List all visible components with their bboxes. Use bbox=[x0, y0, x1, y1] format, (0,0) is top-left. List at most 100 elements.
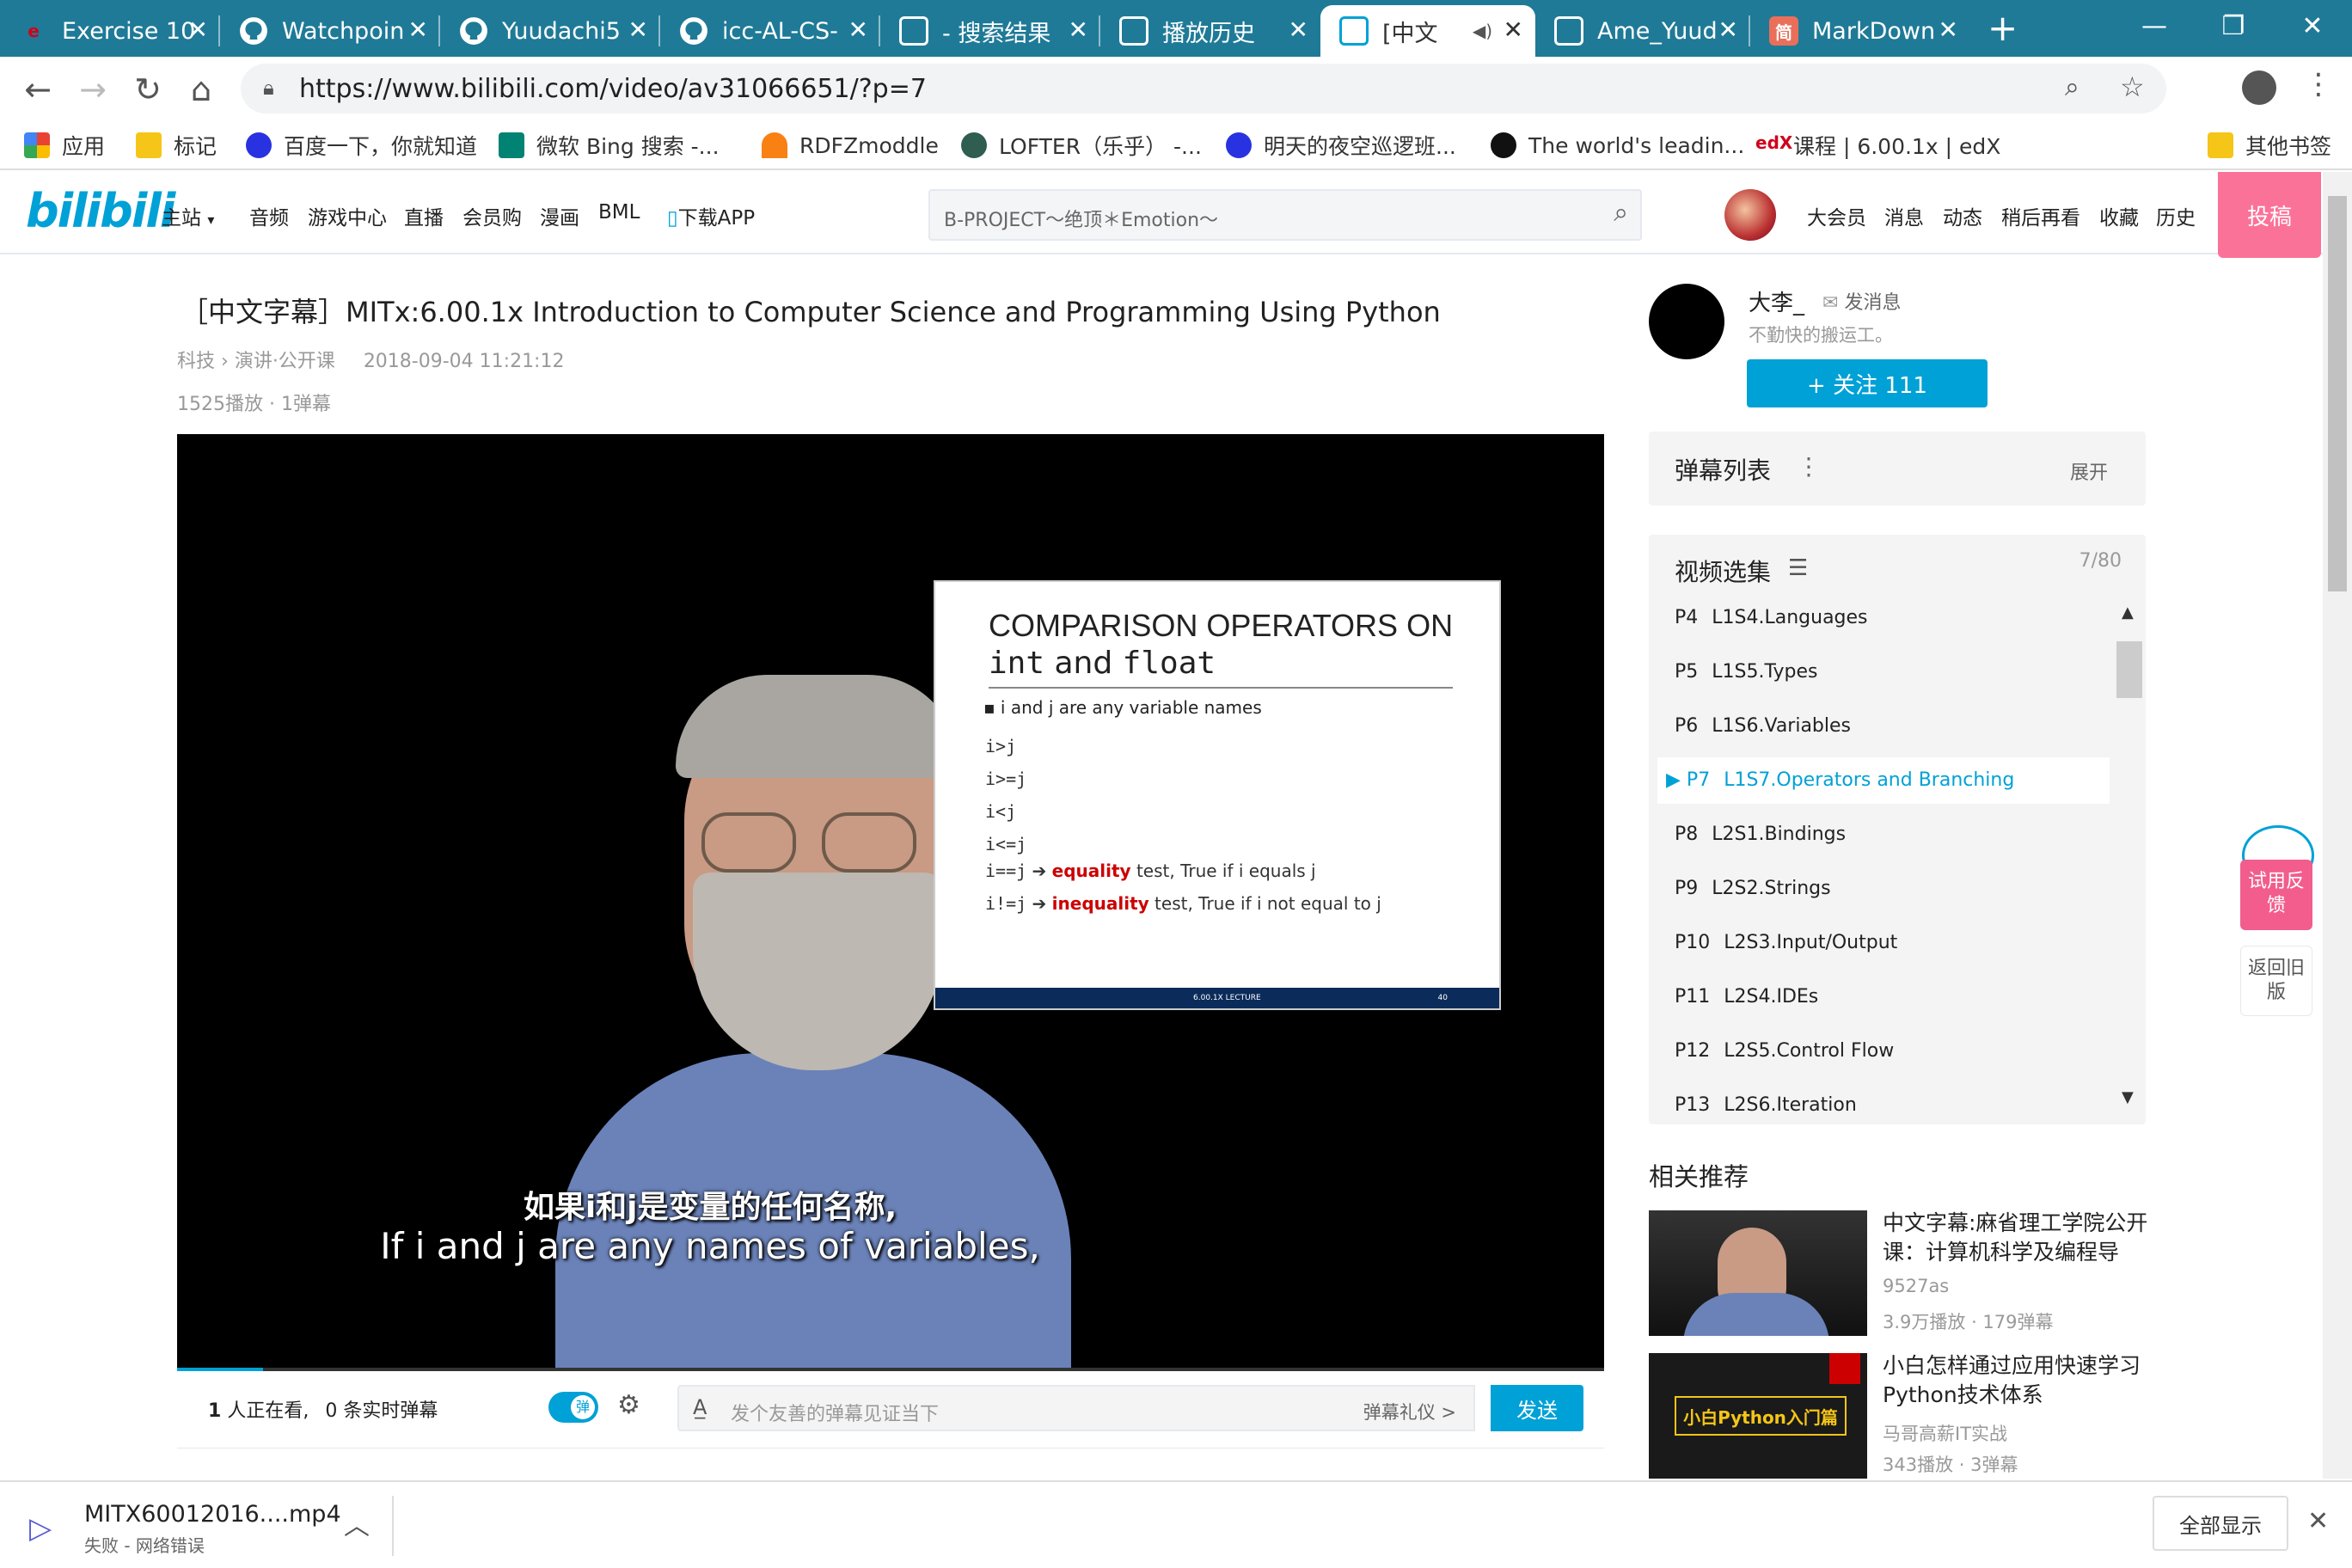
close-tab-icon[interactable]: ✕ bbox=[628, 15, 648, 44]
bookmark-item[interactable]: edX 课程 | 6.00.1x | edX bbox=[1755, 129, 2000, 162]
nav-item[interactable]: 游戏中心 bbox=[308, 201, 387, 230]
bookmark-item[interactable]: 明天的夜空巡逻班... bbox=[1226, 129, 1456, 162]
bookmark-apps[interactable]: 应用 bbox=[24, 129, 105, 162]
star-icon[interactable]: ☆ bbox=[2120, 70, 2145, 103]
upload-button[interactable]: 投稿 bbox=[2218, 172, 2321, 258]
address-bar[interactable]: 🔒︎ https://www.bilibili.com/video/av3106… bbox=[241, 64, 2166, 113]
related-video-title[interactable]: 小白怎样通过应用快速学习Python技术体系 bbox=[1883, 1351, 2149, 1410]
video-player[interactable]: COMPARISON OPERATORS ON int and float ▪ … bbox=[177, 434, 1604, 1371]
back-button[interactable]: ← bbox=[17, 69, 58, 110]
nav-favorites[interactable]: 收藏 bbox=[2099, 201, 2139, 230]
restore-button[interactable]: ❐ bbox=[2194, 0, 2273, 52]
bookmark-item[interactable]: 百度一下，你就知道 bbox=[246, 129, 477, 162]
episode-item[interactable]: P13 L2S6.Iteration bbox=[1657, 1082, 2110, 1124]
new-tab-button[interactable]: + bbox=[1988, 7, 2018, 49]
episode-item[interactable]: P9 L2S2.Strings bbox=[1657, 866, 2110, 912]
page-scroll-thumb[interactable] bbox=[2328, 196, 2347, 591]
related-thumbnail[interactable] bbox=[1649, 1210, 1867, 1336]
send-message-link[interactable]: ✉ 发消息 bbox=[1822, 287, 1901, 315]
browser-tab-active[interactable]: [中文 ◀) ✕ bbox=[1320, 5, 1535, 57]
reload-button[interactable]: ↻ bbox=[127, 69, 168, 110]
episode-item[interactable]: P12 L2S5.Control Flow bbox=[1657, 1028, 2110, 1075]
chrome-menu-icon[interactable]: ⋮ bbox=[2304, 67, 2333, 101]
profile-avatar-icon[interactable] bbox=[2242, 70, 2276, 105]
page-scrollbar[interactable] bbox=[2323, 172, 2352, 1479]
close-tab-icon[interactable]: ✕ bbox=[408, 15, 428, 44]
browser-tab[interactable]: e Exercise 10 ✕ bbox=[0, 5, 220, 57]
browser-tab[interactable]: Watchpoin ✕ bbox=[220, 5, 440, 57]
follow-button[interactable]: + 关注 111 bbox=[1747, 359, 1988, 407]
bilibili-logo[interactable]: bilibili bbox=[26, 184, 175, 238]
close-tab-icon[interactable]: ✕ bbox=[1069, 15, 1088, 44]
danmaku-toggle[interactable]: 弹 bbox=[548, 1392, 598, 1423]
bookmark-item[interactable]: RDFZmoddle bbox=[762, 129, 939, 162]
episode-item[interactable]: P6 L1S6.Variables bbox=[1657, 703, 2110, 750]
nav-item[interactable]: 音频 bbox=[249, 201, 289, 230]
episode-item[interactable]: P11 L2S4.IDEs bbox=[1657, 974, 2110, 1020]
expand-link[interactable]: 展开 bbox=[2070, 457, 2108, 485]
show-all-downloads-button[interactable]: 全部显示 bbox=[2153, 1496, 2288, 1551]
url-text[interactable]: https://www.bilibili.com/video/av3106665… bbox=[299, 74, 927, 104]
send-danmaku-button[interactable]: 发送 bbox=[1491, 1385, 1583, 1431]
episode-scrollbar[interactable]: ▲ ▼ bbox=[2116, 603, 2142, 1124]
bookmark-item[interactable]: LOFTER（乐乎） -... bbox=[961, 129, 1202, 162]
browser-tab[interactable]: icc-AL-CS- ✕ bbox=[660, 5, 880, 57]
close-tab-icon[interactable]: ✕ bbox=[1289, 15, 1308, 44]
close-tab-icon[interactable]: ✕ bbox=[1939, 15, 1958, 44]
nav-item[interactable]: 漫画 bbox=[540, 201, 579, 230]
other-bookmarks[interactable]: 其他书签 bbox=[2208, 129, 2331, 162]
subcategory-link[interactable]: 演讲·公开课 bbox=[235, 351, 335, 372]
more-icon[interactable]: ⋮ bbox=[1797, 452, 1821, 481]
browser-tab[interactable]: Ame_Yuud ✕ bbox=[1535, 5, 1750, 57]
related-author[interactable]: 马哥高薪IT实战 bbox=[1883, 1420, 2007, 1446]
nav-history[interactable]: 历史 bbox=[2156, 201, 2196, 230]
search-icon[interactable]: ⌕ bbox=[1614, 198, 1628, 228]
nav-main[interactable]: 主站 ▾ bbox=[162, 201, 214, 230]
danmaku-settings-icon[interactable]: ⚙ bbox=[617, 1390, 640, 1420]
forward-button[interactable]: → bbox=[72, 69, 113, 110]
font-style-icon[interactable]: A̲ bbox=[693, 1395, 707, 1419]
feedback-button[interactable]: 试用反馈 bbox=[2240, 860, 2312, 930]
download-filename[interactable]: MITX60012016....mp4 bbox=[84, 1501, 341, 1528]
uploader-avatar[interactable] bbox=[1649, 284, 1724, 359]
window-close-button[interactable]: ✕ bbox=[2273, 0, 2352, 52]
minimize-button[interactable]: — bbox=[2115, 0, 2194, 52]
nav-item[interactable]: 直播 bbox=[404, 201, 444, 230]
old-version-button[interactable]: 返回旧版 bbox=[2240, 946, 2312, 1016]
episode-item[interactable]: P4 L1S4.Languages bbox=[1657, 595, 2110, 641]
danmaku-input[interactable]: A̲ 发个友善的弹幕见证当下 弹幕礼仪 > bbox=[677, 1385, 1475, 1431]
danmaku-etiquette-link[interactable]: 弹幕礼仪 > bbox=[1363, 1399, 1456, 1424]
episode-item[interactable]: P8 L2S1.Bindings bbox=[1657, 812, 2110, 858]
nav-item[interactable]: BML bbox=[598, 201, 640, 224]
danmaku-list-panel[interactable]: 弹幕列表 ⋮ 展开 bbox=[1649, 432, 2146, 505]
home-button[interactable]: ⌂ bbox=[181, 69, 222, 110]
browser-tab[interactable]: 播放历史 ✕ bbox=[1100, 5, 1320, 57]
nav-vip[interactable]: 大会员 bbox=[1807, 201, 1866, 230]
list-icon[interactable]: ☰ bbox=[1788, 555, 1808, 581]
episode-item[interactable]: P10 L2S3.Input/Output bbox=[1657, 920, 2110, 966]
browser-tab[interactable]: 简 MarkDown ✕ bbox=[1750, 5, 1970, 57]
related-thumbnail[interactable]: 小白Python入门篇 bbox=[1649, 1353, 1867, 1479]
related-video-title[interactable]: 中文字幕:麻省理工学院公开课：计算机科学及编程导 bbox=[1883, 1209, 2149, 1267]
nav-messages[interactable]: 消息 bbox=[1884, 201, 1924, 230]
browser-tab[interactable]: Yuudachi5 ✕ bbox=[440, 5, 660, 57]
zoom-icon[interactable]: ⌕ bbox=[2065, 72, 2079, 102]
category-link[interactable]: 科技 bbox=[177, 351, 215, 372]
bookmark-item[interactable]: 标记 bbox=[136, 129, 217, 162]
chevron-up-icon[interactable]: ︿ bbox=[344, 1504, 370, 1542]
close-tab-icon[interactable]: ✕ bbox=[1504, 15, 1523, 44]
episode-item[interactable]: P5 L1S5.Types bbox=[1657, 649, 2110, 695]
close-tab-icon[interactable]: ✕ bbox=[1718, 15, 1738, 44]
browser-tab[interactable]: - 搜索结果 ✕ bbox=[880, 5, 1100, 57]
close-tab-icon[interactable]: ✕ bbox=[188, 15, 208, 44]
user-avatar[interactable] bbox=[1724, 189, 1776, 241]
uploader-name[interactable]: 大李_ bbox=[1749, 285, 1804, 317]
episode-item-active[interactable]: ▶ P7 L1S7.Operators and Branching bbox=[1657, 757, 2110, 804]
nav-item[interactable]: 会员购 bbox=[462, 201, 522, 230]
nav-watch-later[interactable]: 稍后再看 bbox=[2001, 201, 2080, 230]
bookmark-item[interactable]: The world's leadin... bbox=[1491, 129, 1744, 162]
nav-download-app[interactable]: ▯下载APP bbox=[667, 201, 755, 230]
speaker-icon[interactable]: ◀) bbox=[1473, 21, 1492, 41]
close-tab-icon[interactable]: ✕ bbox=[848, 15, 868, 44]
close-download-shelf-icon[interactable]: ✕ bbox=[2307, 1506, 2329, 1536]
